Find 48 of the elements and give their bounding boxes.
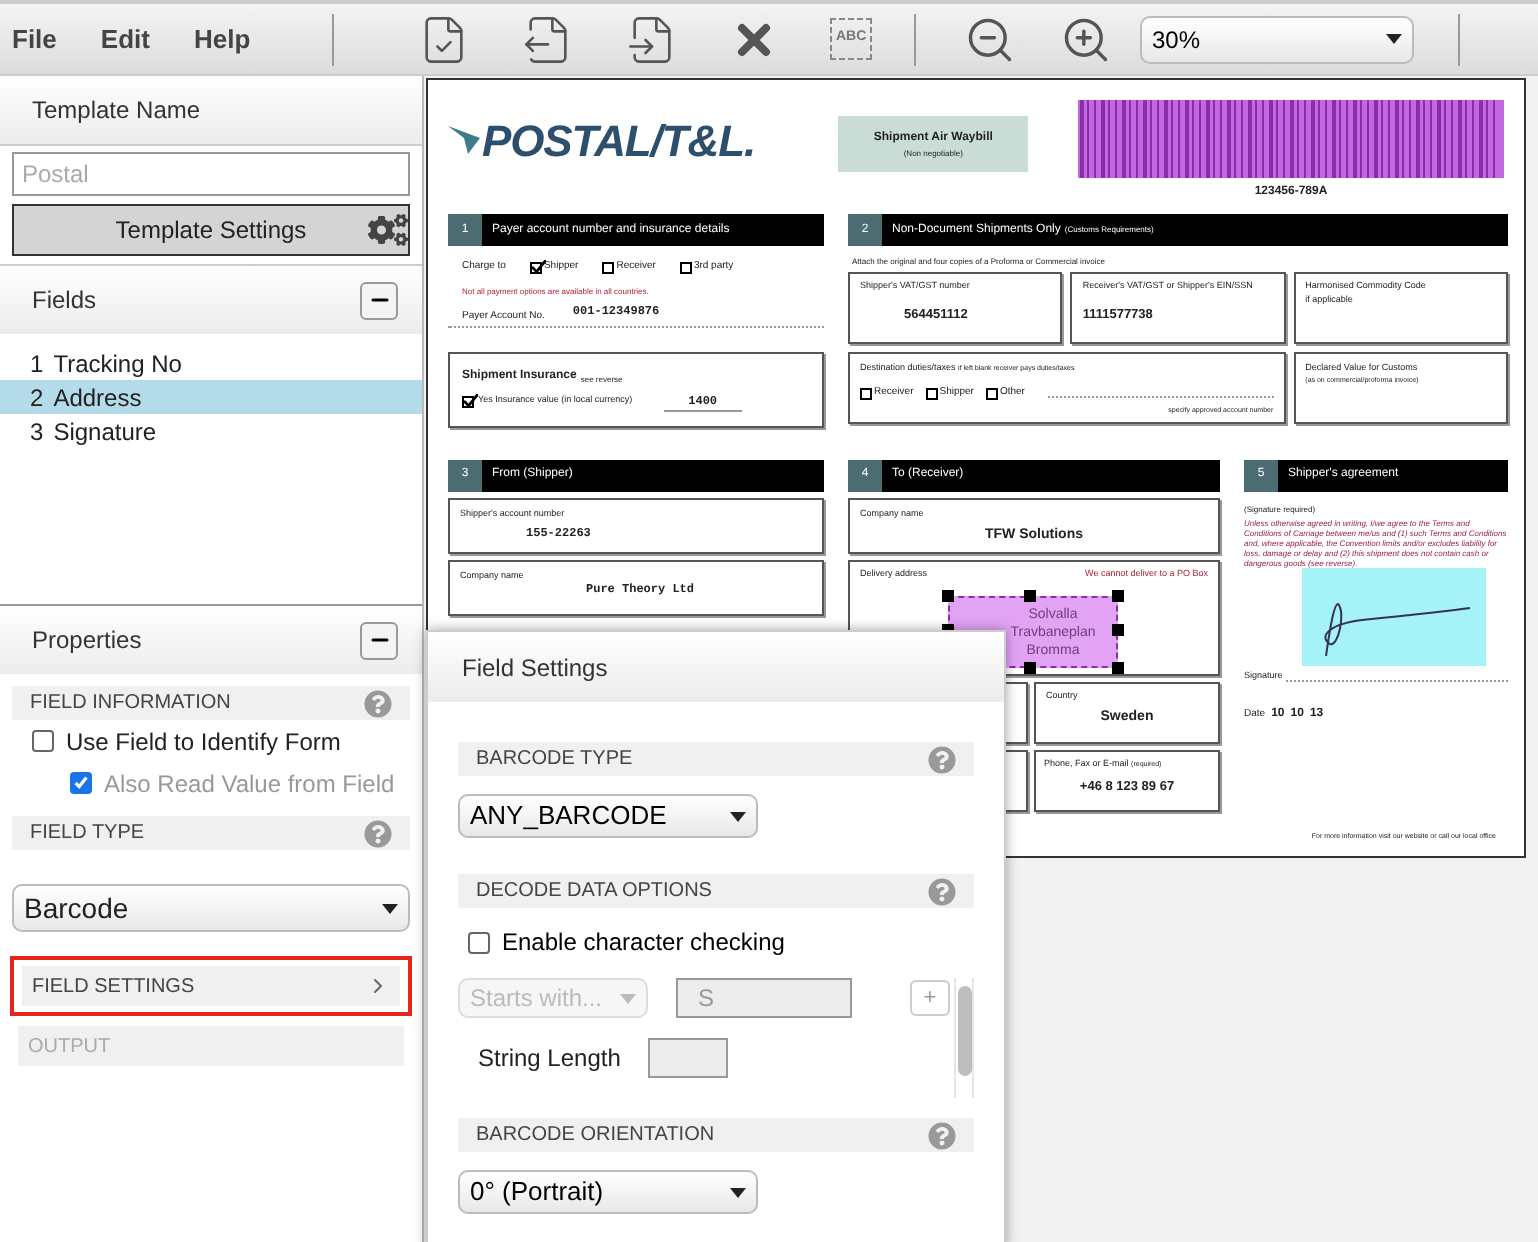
section-title: BARCODE ORIENTATION <box>476 1122 715 1150</box>
section-title: DECODE DATA OPTIONS <box>476 878 712 906</box>
string-length-label: String Length <box>478 1042 621 1076</box>
resize-handle[interactable] <box>1024 662 1036 675</box>
resize-handle[interactable] <box>1112 624 1124 637</box>
checkbox[interactable] <box>32 730 54 752</box>
caret-icon <box>730 1187 746 1197</box>
field-list-item[interactable]: 2 Address <box>0 380 422 414</box>
resize-handle[interactable] <box>1112 590 1124 603</box>
section-title: BARCODE TYPE <box>476 746 633 774</box>
collapse-button[interactable] <box>360 281 398 319</box>
resize-handle[interactable] <box>942 590 954 603</box>
panel-header: Fields <box>0 264 422 334</box>
dropdown[interactable]: ANY_BARCODE <box>458 794 758 838</box>
string-length-field[interactable] <box>648 1038 729 1078</box>
caret-icon <box>620 993 636 1003</box>
checkbox-option[interactable]: Enable character checking <box>458 924 974 960</box>
section-title: FIELD INFORMATION <box>30 690 231 718</box>
caret-icon <box>382 903 398 913</box>
template-name-field[interactable]: Postal <box>12 152 410 196</box>
caret-icon <box>1386 34 1402 44</box>
dropdown[interactable]: 30% <box>1140 15 1414 63</box>
field-list-item[interactable]: 3 Signature <box>0 414 422 448</box>
template-settings-button[interactable]: Template Settings <box>12 204 410 256</box>
dropdown[interactable]: 0° (Portrait) <box>458 1170 758 1214</box>
logo: POSTAL/T&L. <box>482 113 756 169</box>
panel-title: Field Settings <box>462 651 608 685</box>
scrollbar[interactable] <box>954 978 974 1098</box>
checkbox-option[interactable]: Use Field to Identify Form <box>0 720 422 762</box>
checkbox[interactable] <box>468 931 490 953</box>
collapse-button[interactable] <box>360 621 398 659</box>
menu-item[interactable]: Help <box>193 19 251 59</box>
dropdown[interactable]: Barcode <box>12 884 410 932</box>
panel-header: Properties <box>0 604 422 674</box>
zoom-out-icon[interactable] <box>964 13 1016 65</box>
resize-handle[interactable] <box>1112 662 1124 675</box>
option-label: Also Read Value from Field <box>104 767 395 801</box>
menu-item[interactable]: File <box>12 19 57 59</box>
section-title: FIELD TYPE <box>30 820 145 848</box>
caret-icon <box>730 811 746 821</box>
settings-link[interactable]: FIELD SETTINGS <box>10 956 412 1016</box>
zoom-in-icon[interactable] <box>1060 13 1112 65</box>
option-label: Use Field to Identify Form <box>66 725 341 759</box>
gear-icon <box>368 210 408 250</box>
resize-handle[interactable] <box>1024 590 1036 603</box>
wing-icon <box>448 126 480 154</box>
menu-item[interactable]: Edit <box>100 19 150 59</box>
field-list-item[interactable]: 1 Tracking No <box>0 346 422 380</box>
